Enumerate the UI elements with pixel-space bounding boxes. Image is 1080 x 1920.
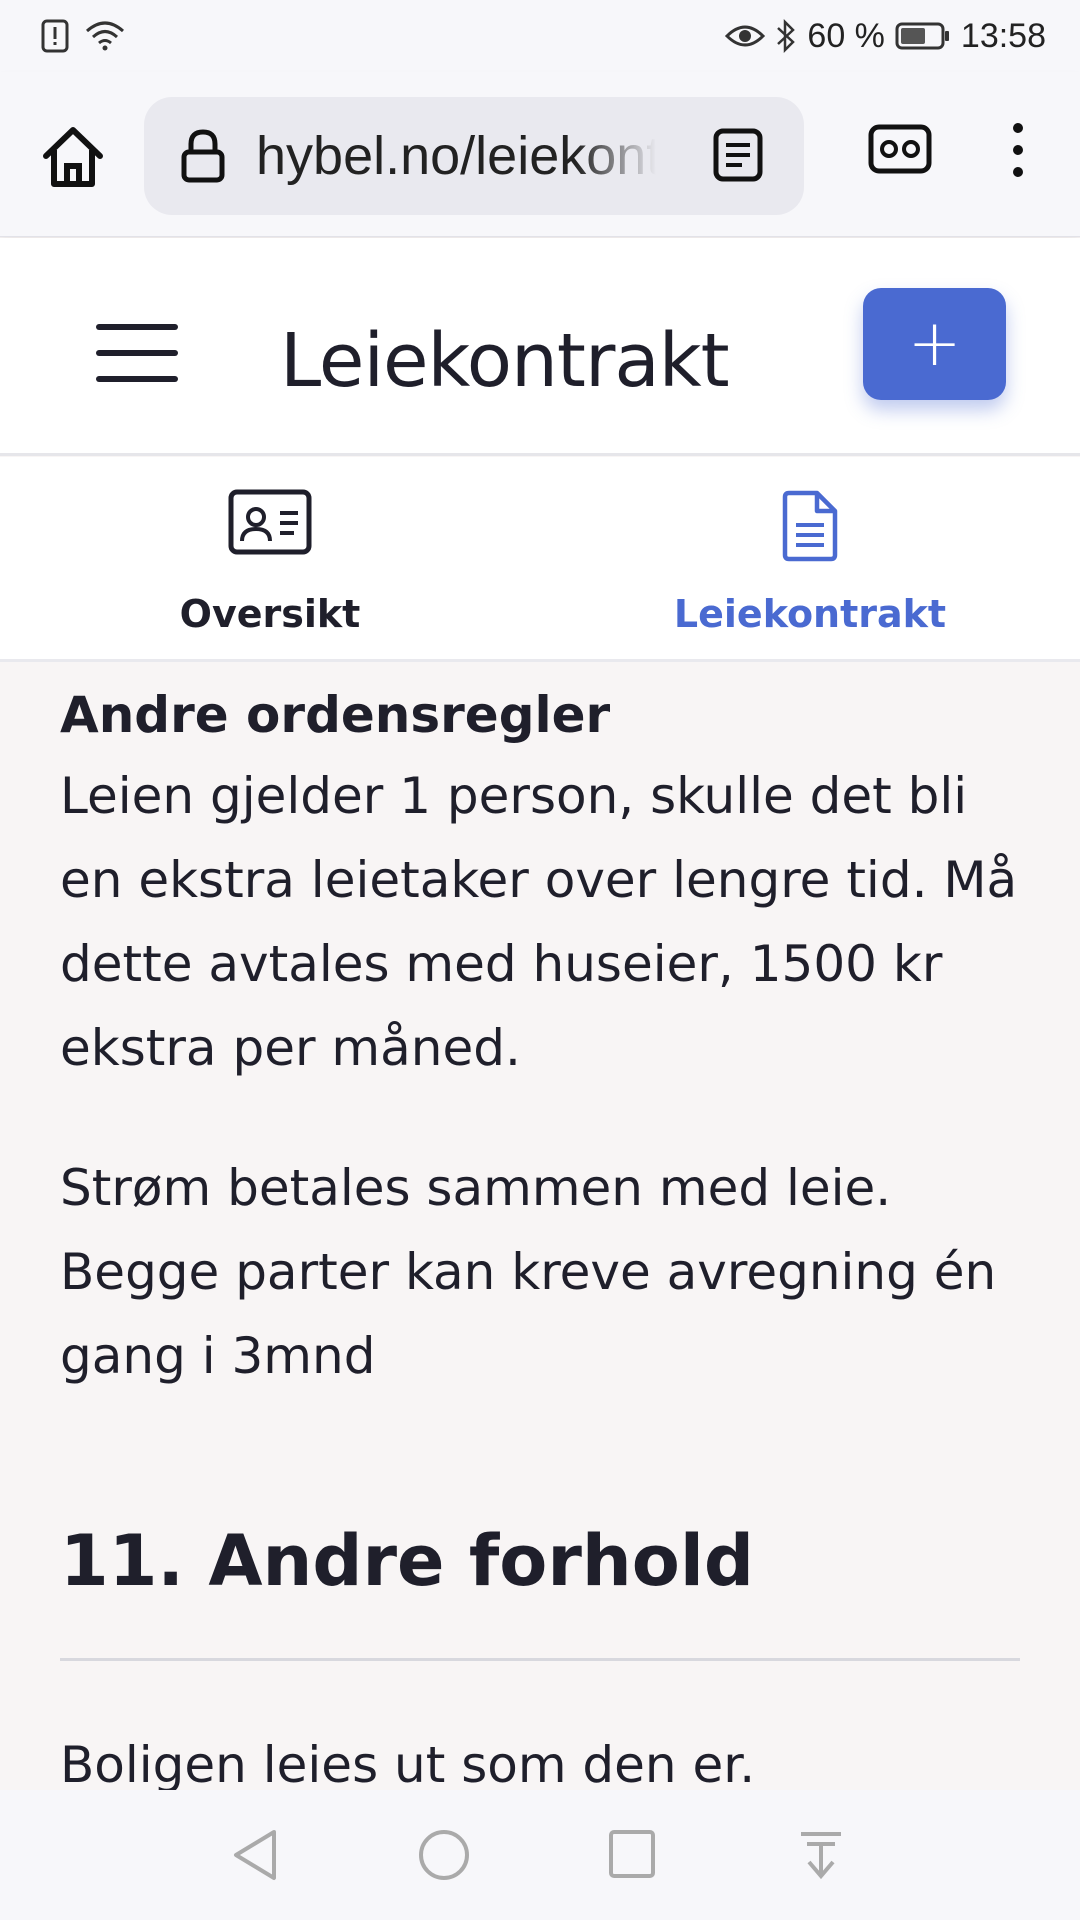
- browser-toolbar: hybel.no/leiekontrakt: [0, 72, 1080, 237]
- lock-icon: [180, 128, 226, 184]
- reader-mode-button[interactable]: [712, 127, 764, 183]
- more-vert-icon: [1010, 120, 1026, 180]
- tab-label-leiekontrakt: Leiekontrakt: [673, 592, 947, 636]
- id-card-icon: [228, 489, 312, 559]
- tab-oversikt[interactable]: Oversikt: [0, 457, 540, 659]
- hamburger-line: [96, 324, 178, 330]
- url-text: hybel.no/leiekontrakt: [256, 126, 656, 186]
- contract-content: Andre ordensregler Leien gjelder 1 perso…: [60, 662, 1020, 1807]
- home-circle-icon: [417, 1828, 471, 1882]
- browser-home-button[interactable]: [38, 122, 108, 192]
- app-header: Leiekontrakt +: [0, 238, 1080, 456]
- tab-label-oversikt: Oversikt: [179, 592, 361, 636]
- back-icon: [230, 1828, 280, 1882]
- page-title: Leiekontrakt: [280, 318, 730, 404]
- section-heading: Andre ordensregler: [60, 686, 611, 744]
- reader-mode-icon: [712, 127, 764, 183]
- back-button[interactable]: [230, 1828, 280, 1882]
- eye-icon: [725, 22, 766, 50]
- recents-button[interactable]: [607, 1828, 657, 1880]
- tab-leiekontrakt[interactable]: Leiekontrakt: [540, 457, 1080, 659]
- hamburger-line: [96, 376, 178, 382]
- add-button[interactable]: +: [863, 288, 1006, 400]
- home-icon: [38, 122, 108, 192]
- divider: [60, 1658, 1020, 1661]
- home-nav-button[interactable]: [417, 1828, 471, 1882]
- vr-button[interactable]: [868, 124, 932, 174]
- address-bar[interactable]: hybel.no/leiekontrakt: [144, 97, 804, 215]
- notification-pull-icon: [797, 1828, 845, 1882]
- battery-icon: [895, 21, 951, 51]
- document-icon: [781, 489, 839, 567]
- status-bar: 60 % 13:58: [0, 0, 1080, 72]
- plus-icon: +: [907, 307, 962, 381]
- wifi-icon: [84, 19, 126, 53]
- battery-percent: 60 %: [807, 16, 885, 55]
- browser-menu-button[interactable]: [1010, 120, 1026, 180]
- paragraph-electricity: Strøm betales sammen med leie. Begge par…: [60, 1159, 997, 1385]
- tab-bar: Oversikt Leiekontrakt: [0, 457, 1080, 662]
- hamburger-menu-button[interactable]: [96, 324, 178, 382]
- paragraph-rules: Leien gjelder 1 person, skulle det bli e…: [60, 767, 1018, 1077]
- system-navigation-bar: [0, 1790, 1080, 1920]
- bluetooth-icon: [775, 18, 797, 54]
- hamburger-line: [96, 350, 178, 356]
- alert-icon: [40, 18, 70, 54]
- clock: 13:58: [960, 16, 1046, 55]
- notification-pull-button[interactable]: [797, 1828, 845, 1882]
- vr-icon: [868, 124, 932, 174]
- recents-icon: [607, 1828, 657, 1880]
- chapter-title: 11. Andre forhold: [60, 1520, 754, 1602]
